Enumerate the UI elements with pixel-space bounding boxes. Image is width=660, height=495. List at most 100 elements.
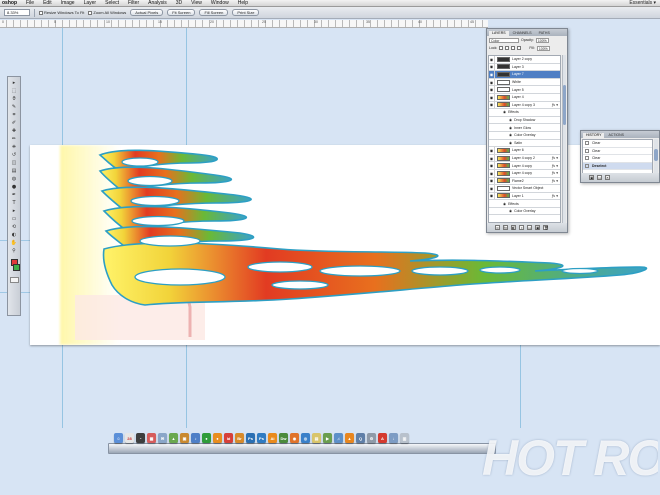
layer-row[interactable]: ◉ Effects (489, 200, 560, 208)
visibility-eye-icon[interactable]: ◉ (489, 162, 495, 170)
acrobat-dock-icon[interactable]: A (378, 433, 387, 443)
trash-icon[interactable]: 🗑 (543, 225, 548, 230)
zoom-tool-icon[interactable]: ⚲ (10, 248, 19, 254)
menu-view[interactable]: View (191, 0, 202, 7)
illustrator-app-dock-icon[interactable]: ● (213, 433, 222, 443)
layer-row[interactable]: ◉ Layer 6 (489, 146, 560, 155)
layer-row[interactable]: ◉ Layer 4 copy fx ▾ (489, 162, 560, 170)
fill-field[interactable]: 100% (536, 45, 550, 51)
layers-scrollbar[interactable] (562, 55, 566, 223)
effect-eye-icon[interactable]: ◉ (509, 133, 512, 137)
visibility-eye-icon[interactable]: ◉ (489, 169, 495, 177)
menu-filter[interactable]: Filter (128, 0, 139, 7)
link-layers-icon[interactable]: ∞ (495, 225, 500, 230)
bridge-dock-icon[interactable]: Br (235, 433, 244, 443)
history-scrollbar[interactable] (654, 139, 658, 174)
notes-dock-icon[interactable]: ▤ (312, 433, 321, 443)
hand-tool-icon[interactable]: ✋ (10, 240, 19, 246)
visibility-eye-icon[interactable]: ◉ (489, 154, 495, 162)
shape-tool-icon[interactable]: ▭ (10, 216, 19, 222)
quicktime-dock-icon[interactable]: Q (356, 433, 365, 443)
brush-tool-icon[interactable]: ✏ (10, 136, 19, 142)
adjustment-layer-icon[interactable]: ◑ (519, 225, 524, 230)
path-select-tool-icon[interactable]: ▸ (10, 208, 19, 214)
background-color-swatch[interactable] (13, 264, 20, 271)
fx-icon[interactable]: fx ▾ (552, 171, 560, 175)
zoom-all-windows-checkbox[interactable]: Zoom All Windows (88, 10, 126, 15)
fx-icon[interactable]: fx ▾ (552, 164, 560, 168)
gradient-tool-icon[interactable]: ▤ (10, 168, 19, 174)
menu-help[interactable]: Help (238, 0, 248, 7)
layer-row[interactable]: ◉ Layer 4 copy fx ▾ (489, 169, 560, 178)
layer-row[interactable]: ◉ Layer 4 (489, 93, 560, 102)
fill-screen-button[interactable]: Fill Screen (199, 9, 229, 16)
visibility-eye-icon[interactable]: ◉ (489, 146, 495, 154)
finder-dock-icon[interactable]: ☺ (114, 433, 123, 443)
layer-row[interactable]: ◉ Inner Glow (489, 124, 560, 132)
vlc-dock-icon[interactable]: ▲ (345, 433, 354, 443)
fx-icon[interactable]: fx ▾ (552, 194, 560, 198)
layer-row[interactable]: ◉ Layer 7 (489, 70, 560, 79)
add-style-icon[interactable]: fx (503, 225, 508, 230)
lock-position-icon[interactable] (511, 46, 516, 50)
eraser-tool-icon[interactable]: ◫ (10, 160, 19, 166)
tab-history[interactable]: HISTORY (583, 133, 605, 138)
ical-dock-icon[interactable]: ▦ (147, 433, 156, 443)
stamp-tool-icon[interactable]: ⎈ (10, 144, 19, 150)
chrome-dock-icon[interactable]: ● (202, 433, 211, 443)
workspace-switcher[interactable]: Essentials ▾ (629, 0, 656, 7)
photoshop-dock-icon[interactable]: Ps (246, 433, 255, 443)
visibility-eye-icon[interactable]: ◉ (489, 70, 495, 78)
opacity-field[interactable]: 100% (535, 37, 549, 43)
quick-mask-button[interactable] (9, 277, 19, 283)
blend-mode-select[interactable]: Color (489, 37, 519, 43)
effect-eye-icon[interactable]: ◉ (503, 202, 506, 206)
photo-dock-icon[interactable]: ▣ (180, 433, 189, 443)
fit-screen-button[interactable]: Fit Screen (167, 9, 196, 16)
visibility-eye-icon[interactable]: ◉ (489, 184, 495, 192)
zoom-field[interactable]: 8.33% (4, 9, 30, 16)
music-dock-icon[interactable]: ♫ (334, 433, 343, 443)
layer-row[interactable]: ◉ Drop Shadow (489, 117, 560, 125)
itunes-dock-icon[interactable]: ♪ (191, 433, 200, 443)
lasso-tool-icon[interactable]: ϑ (10, 96, 19, 102)
layer-row[interactable]: ◉ Flame2 fx ▾ (489, 177, 560, 186)
trash-dock-icon[interactable]: ▥ (400, 433, 409, 443)
effect-eye-icon[interactable]: ◉ (509, 118, 512, 122)
effect-eye-icon[interactable]: ◉ (509, 209, 512, 213)
preview-dock-icon[interactable]: ▲ (169, 433, 178, 443)
history-brush-tool-icon[interactable]: ↺ (10, 152, 19, 158)
settings-dock-icon[interactable]: ⚙ (367, 433, 376, 443)
fx-icon[interactable]: fx ▾ (552, 103, 560, 107)
fx-icon[interactable]: fx ▾ (552, 156, 560, 160)
dreamweaver-dock-icon[interactable]: Dw (279, 433, 288, 443)
quick-select-tool-icon[interactable]: ✎ (10, 104, 19, 110)
history-state[interactable]: Clear (583, 148, 652, 155)
pen-tool-icon[interactable]: ✒ (10, 192, 19, 198)
resize-windows-checkbox[interactable]: Resize Windows To Fit (39, 10, 84, 15)
eyedropper-tool-icon[interactable]: ✐ (10, 120, 19, 126)
effect-eye-icon[interactable]: ◉ (509, 126, 512, 130)
delete-state-icon[interactable]: ✕ (605, 175, 610, 180)
add-mask-icon[interactable]: ◧ (511, 225, 516, 230)
healing-tool-icon[interactable]: ✚ (10, 128, 19, 134)
layer-row[interactable]: ◉ Color Overlay (489, 208, 560, 216)
layer-row[interactable]: ◉ Layer 1 fx ▾ (489, 192, 560, 201)
3d-camera-tool-icon[interactable]: ◐ (10, 232, 19, 238)
new-snapshot-button[interactable]: ▣ (589, 175, 594, 180)
blur-tool-icon[interactable]: ◍ (10, 176, 19, 182)
marquee-tool-icon[interactable]: ⬚ (10, 88, 19, 94)
move-tool-icon[interactable]: ▸ (10, 80, 19, 86)
photoshop2-dock-icon[interactable]: Ps (257, 433, 266, 443)
lock-pixels-icon[interactable] (505, 46, 510, 50)
new-document-button[interactable]: ▭ (597, 175, 602, 180)
history-state[interactable]: Deselect (583, 162, 652, 170)
layer-row[interactable]: ◉ Satin (489, 140, 560, 148)
dashboard-dock-icon[interactable]: ◔ (136, 433, 145, 443)
fx-icon[interactable]: fx ▾ (552, 179, 560, 183)
visibility-eye-icon[interactable]: ◉ (489, 177, 495, 185)
visibility-eye-icon[interactable]: ◉ (489, 63, 495, 71)
menu-select[interactable]: Select (105, 0, 119, 7)
effect-eye-icon[interactable]: ◉ (503, 110, 506, 114)
layer-row[interactable]: ◉ Layer 3 (489, 63, 560, 72)
